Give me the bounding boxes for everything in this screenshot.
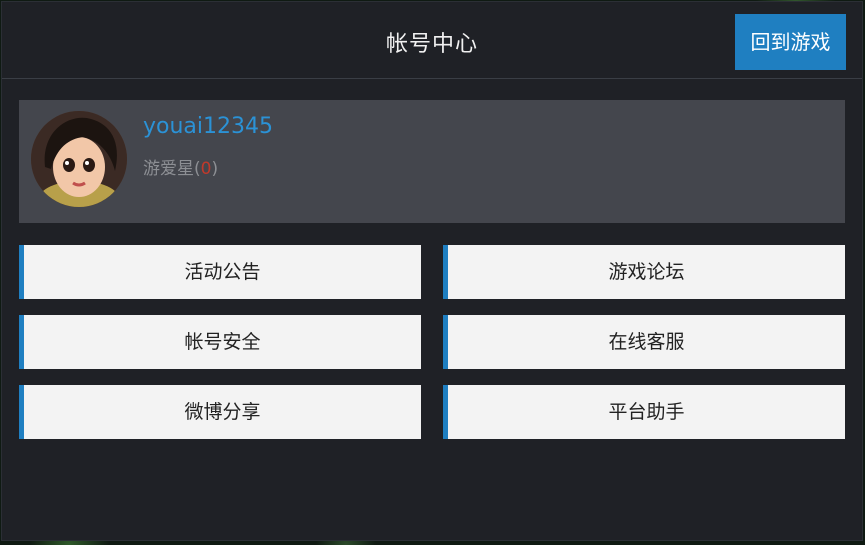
username: youai12345: [143, 114, 274, 139]
user-avatar-icon: [31, 111, 127, 207]
page-title: 帐号中心: [385, 32, 478, 57]
announcements-button[interactable]: 活动公告: [19, 245, 421, 299]
weibo-share-button[interactable]: 微博分享: [19, 385, 421, 439]
star-close-paren: ): [211, 159, 219, 179]
game-forum-button[interactable]: 游戏论坛: [443, 245, 845, 299]
online-support-button[interactable]: 在线客服: [443, 315, 845, 369]
header-bar: 帐号中心 回到游戏: [2, 2, 862, 79]
star-level: 游爱星(0): [143, 154, 218, 179]
account-center-panel: 帐号中心 回到游戏 youai12345 游爱星(0) 活动公告 游戏论坛 帐号…: [1, 1, 863, 541]
profile-card: youai12345 游爱星(0): [19, 100, 845, 223]
star-open-paren: (: [194, 159, 201, 179]
back-to-game-button[interactable]: 回到游戏: [735, 14, 846, 70]
star-label: 游爱星: [143, 159, 194, 179]
platform-assistant-button[interactable]: 平台助手: [443, 385, 845, 439]
account-security-button[interactable]: 帐号安全: [19, 315, 421, 369]
star-count: 0: [200, 159, 212, 179]
